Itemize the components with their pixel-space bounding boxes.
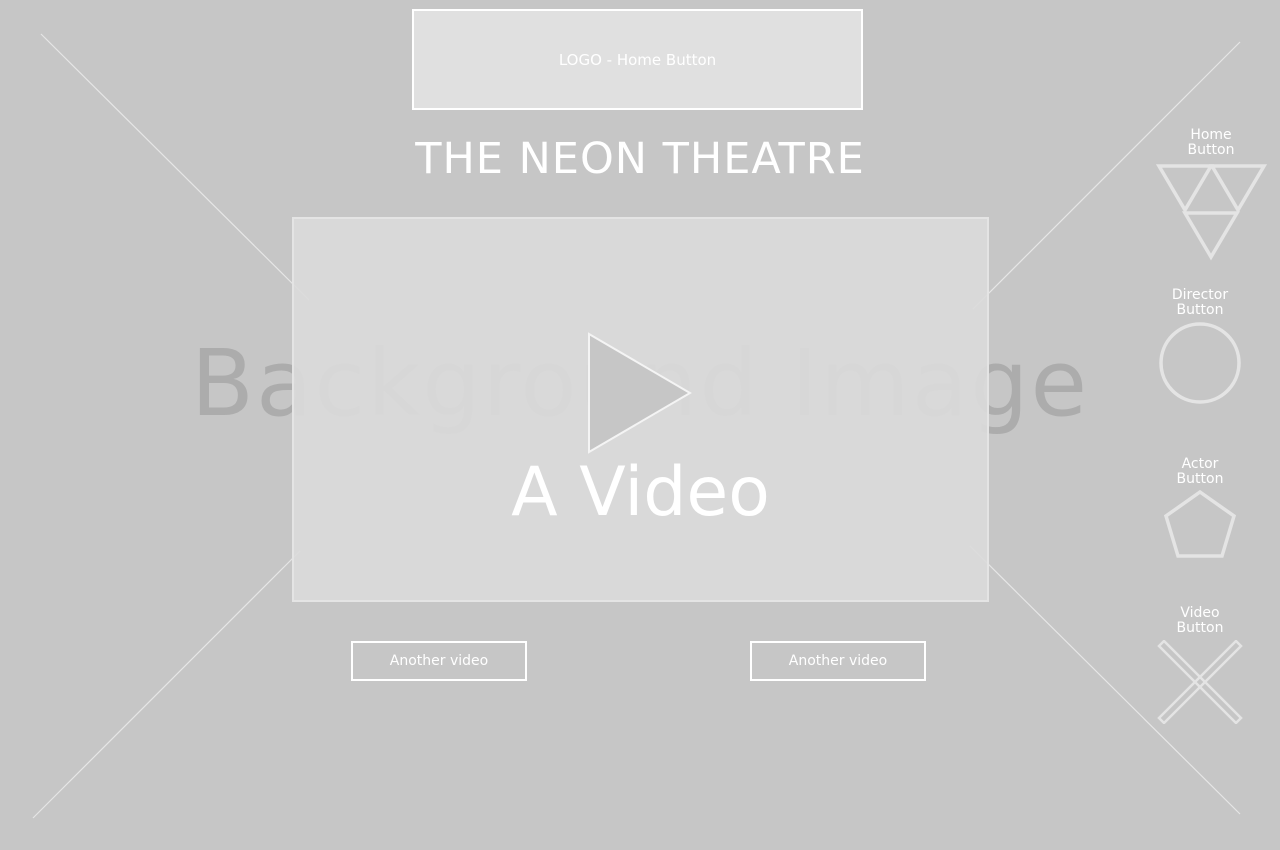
circle-icon bbox=[1159, 322, 1241, 404]
home-nav-label-line1: Home bbox=[1190, 127, 1232, 143]
another-video-label: Another video bbox=[788, 653, 888, 669]
home-nav-label-line2: Button bbox=[1187, 142, 1235, 158]
video-nav-label-line1: Video bbox=[1180, 605, 1220, 621]
director-nav-label: Director Button bbox=[1155, 288, 1245, 318]
logo-home-button[interactable]: LOGO - Home Button bbox=[412, 9, 863, 110]
director-nav-button[interactable]: Director Button bbox=[1155, 288, 1245, 406]
home-nav-button[interactable]: Home Button bbox=[1155, 128, 1267, 261]
another-video-label: Another video bbox=[389, 653, 489, 669]
actor-nav-button[interactable]: Actor Button bbox=[1155, 457, 1245, 560]
actor-nav-label-line2: Button bbox=[1176, 471, 1224, 487]
home-nav-label: Home Button bbox=[1166, 128, 1256, 158]
video-nav-label: Video Button bbox=[1155, 606, 1245, 636]
another-video-button[interactable]: Another video bbox=[351, 641, 527, 681]
side-navigation: Home Button Director Button Actor Button… bbox=[1120, 0, 1280, 850]
actor-nav-label: Actor Button bbox=[1155, 457, 1245, 487]
video-nav-button[interactable]: Video Button bbox=[1155, 606, 1245, 724]
page: Background Image LOGO - Home Button THE … bbox=[0, 0, 1280, 850]
pentagon-icon bbox=[1163, 489, 1237, 558]
main-video-player[interactable]: A Video bbox=[292, 217, 989, 602]
director-nav-label-line2: Button bbox=[1176, 302, 1224, 318]
another-video-button[interactable]: Another video bbox=[750, 641, 926, 681]
director-nav-label-line1: Director bbox=[1171, 287, 1229, 303]
video-label: A Video bbox=[511, 453, 770, 532]
x-icon bbox=[1157, 640, 1243, 724]
actor-nav-label-line1: Actor bbox=[1181, 456, 1219, 472]
logo-label: LOGO - Home Button bbox=[558, 50, 717, 69]
bg-diagonal-line bbox=[32, 550, 301, 819]
triangles-icon bbox=[1155, 164, 1267, 261]
play-icon[interactable] bbox=[586, 331, 696, 455]
site-title: THE NEON THEATRE bbox=[415, 134, 865, 184]
video-nav-label-line2: Button bbox=[1176, 620, 1224, 636]
